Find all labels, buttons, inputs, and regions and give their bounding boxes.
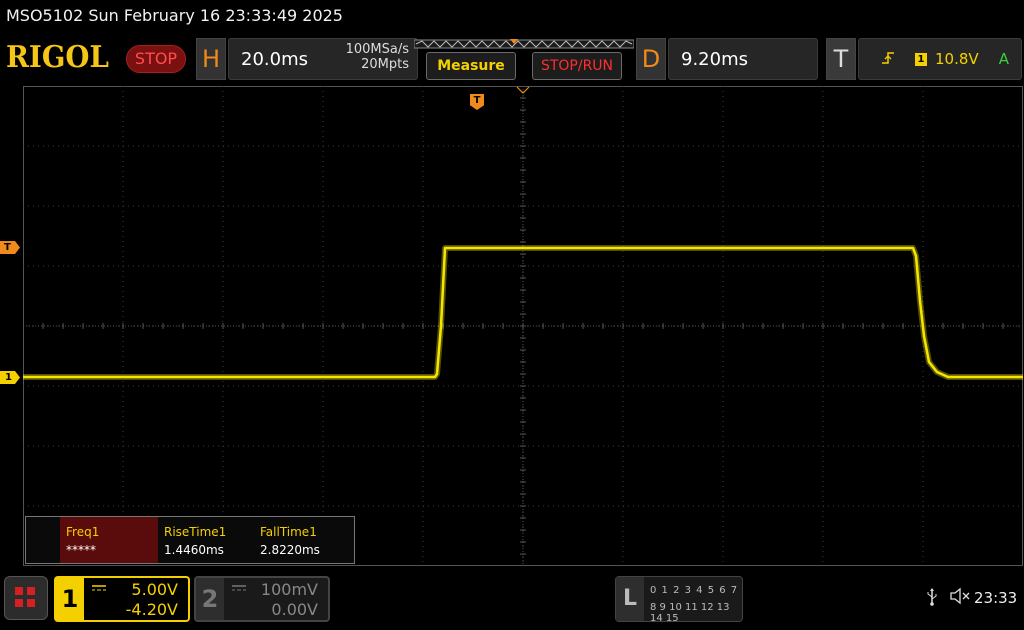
- measurement-table[interactable]: Freq1 ***** RiseTime1 1.4460ms FallTime1…: [25, 516, 355, 564]
- trigger-level: 10.8V: [935, 50, 979, 68]
- measurement-name: Freq1: [66, 525, 100, 539]
- timebase-value: 20.0ms: [241, 49, 308, 70]
- logic-analyzer-box[interactable]: L 0 1 2 3 4 5 6 7 8 9 10 11 12 13 14 15: [615, 576, 743, 624]
- measurement-freq[interactable]: Freq1 *****: [60, 517, 158, 563]
- measurement-value: 1.4460ms: [164, 543, 224, 557]
- channel1-offset-marker[interactable]: 1: [0, 371, 20, 384]
- channel2-box[interactable]: 2 100mV 0.00V: [194, 576, 330, 622]
- channel2-scale: 100mV: [260, 580, 318, 599]
- usb-icon: [926, 588, 938, 610]
- delay-value: 9.20ms: [681, 49, 748, 70]
- channel1-number: 1: [56, 578, 84, 620]
- measurement-value: 2.8220ms: [260, 543, 320, 557]
- memory-position-bar: [414, 39, 634, 49]
- acq-info: 100MSa/s 20Mpts: [346, 42, 409, 72]
- status-bar: 1 5.00V -4.20V 2 100mV 0.00V L 0 1 2 3 4…: [0, 570, 1024, 630]
- logic-label: L: [616, 577, 644, 621]
- horizontal-panel[interactable]: 20.0ms 100MSa/s 20Mpts: [228, 38, 418, 80]
- measure-button[interactable]: Measure: [426, 52, 516, 80]
- trigger-source: 1: [915, 53, 927, 66]
- channel1-offset: -4.20V: [125, 600, 178, 619]
- measurement-risetime[interactable]: RiseTime1 1.4460ms: [158, 517, 254, 563]
- measurement-name: FallTime1: [260, 525, 317, 539]
- rigol-logo: RIGOL: [6, 40, 109, 75]
- logic-channels-low: 0 1 2 3 4 5 6 7: [650, 585, 739, 596]
- sample-rate: 100MSa/s: [345, 42, 409, 57]
- channel1-box[interactable]: 1 5.00V -4.20V: [54, 576, 190, 622]
- logic-channels-high: 8 9 10 11 12 13 14 15: [650, 602, 730, 624]
- speaker-mute-icon[interactable]: [950, 587, 972, 609]
- trigger-level-marker[interactable]: T: [0, 241, 20, 254]
- grid-menu-icon[interactable]: [4, 576, 48, 620]
- run-state-badge[interactable]: STOP: [126, 45, 186, 73]
- rising-edge-icon: [881, 51, 895, 69]
- delay-panel[interactable]: 9.20ms: [668, 38, 818, 80]
- channel2-offset: 0.00V: [271, 600, 318, 619]
- model-datetime: MSO5102 Sun February 16 23:33:49 2025: [6, 6, 343, 25]
- measurement-name: RiseTime1: [164, 525, 227, 539]
- title-bar: MSO5102 Sun February 16 23:33:49 2025: [0, 0, 1024, 34]
- waveform-display[interactable]: [23, 86, 1023, 566]
- trigger-menu-button[interactable]: T: [826, 38, 856, 80]
- measurement-value: *****: [66, 543, 96, 557]
- channel2-number: 2: [196, 578, 224, 620]
- trigger-panel[interactable]: 1 10.8V A: [858, 38, 1022, 80]
- delay-menu-button[interactable]: D: [636, 38, 666, 80]
- channel1-scale: 5.00V: [131, 580, 178, 599]
- horizontal-menu-button[interactable]: H: [196, 38, 226, 80]
- stop-run-button[interactable]: STOP/RUN: [532, 52, 622, 80]
- clock: 23:33: [974, 589, 1018, 607]
- trigger-mode: A: [998, 50, 1009, 68]
- measurement-falltime[interactable]: FallTime1 2.8220ms: [254, 517, 354, 563]
- memory-depth: 20Mpts: [361, 57, 409, 72]
- dc-coupling-icon: [232, 584, 246, 595]
- waveform-grid: [23, 86, 1023, 566]
- dc-coupling-icon: [92, 584, 106, 595]
